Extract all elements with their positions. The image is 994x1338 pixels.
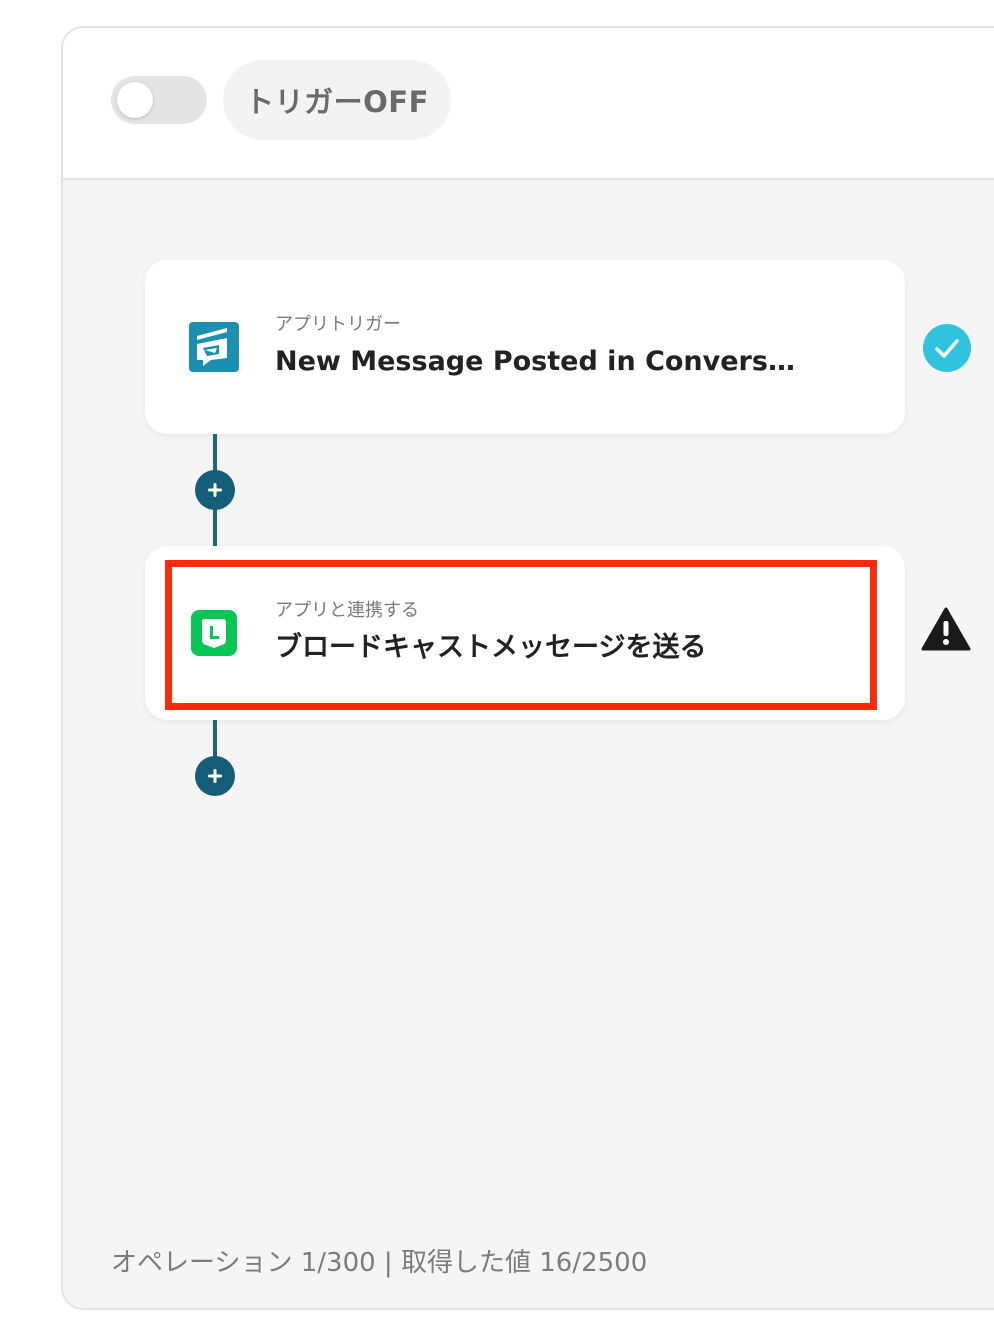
- step-card-trigger[interactable]: アプリトリガー New Message Posted in Conversat…: [145, 260, 905, 434]
- check-icon: [923, 324, 971, 372]
- step-card-action[interactable]: アプリと連携する ブロードキャストメッセージを送る: [145, 546, 905, 720]
- plus-icon: [208, 769, 222, 783]
- trigger-status-pill: トリガーOFF: [223, 60, 451, 140]
- flow-panel: トリガーOFF アプリトリガー New Message Posted in Co…: [61, 26, 994, 1310]
- plus-icon: [208, 483, 222, 497]
- chat-app-icon: [189, 322, 239, 372]
- usage-counter: オペレーション 1/300 | 取得した値 16/2500: [111, 1248, 648, 1278]
- toggle-knob: [117, 82, 153, 118]
- step-subtitle: アプリトリガー: [275, 314, 401, 335]
- flow-header: トリガーOFF: [63, 28, 994, 180]
- trigger-toggle[interactable]: [111, 76, 207, 124]
- step-title: New Message Posted in Conversat…: [275, 346, 795, 377]
- add-step-button[interactable]: [195, 470, 235, 510]
- step-texts: アプリトリガー New Message Posted in Conversat…: [275, 312, 875, 382]
- warning-icon: [921, 606, 971, 652]
- highlight-frame: [165, 560, 877, 710]
- flow-connector: [213, 720, 217, 760]
- add-step-button[interactable]: [195, 756, 235, 796]
- trigger-status-label: トリガーOFF: [245, 85, 429, 119]
